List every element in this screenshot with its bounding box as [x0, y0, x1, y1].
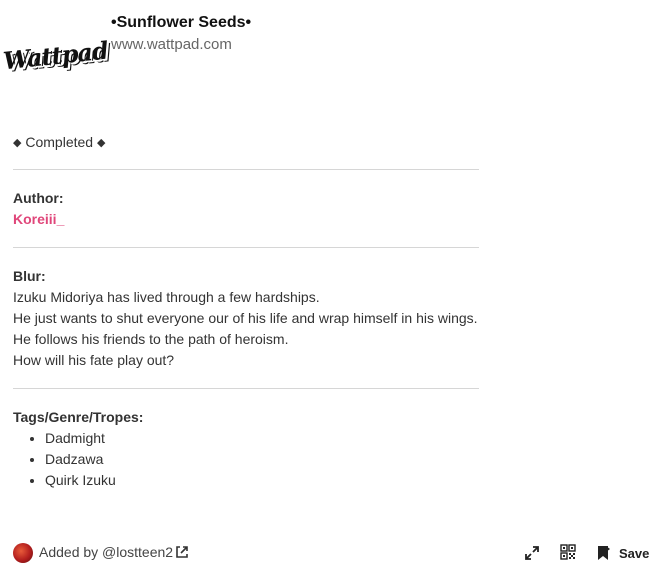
wattpad-logo-text: Wattpad: [1, 35, 109, 75]
page-title[interactable]: •Sunflower Seeds•: [111, 14, 251, 32]
divider: [13, 247, 479, 248]
expand-icon[interactable]: [524, 545, 540, 561]
diamond-icon: ◆: [13, 137, 22, 149]
card-header: Wattpad •Sunflower Seeds• www.wattpad.co…: [0, 0, 671, 110]
site-logo[interactable]: Wattpad: [1, 14, 108, 96]
added-by-text[interactable]: Added by @lostteen2: [39, 544, 173, 560]
tag-item: Dadzawa: [45, 449, 479, 470]
status-text: Completed: [25, 134, 94, 150]
save-label: Save: [619, 545, 650, 561]
qr-code-icon[interactable]: [560, 544, 576, 560]
site-url[interactable]: www.wattpad.com: [111, 36, 232, 53]
diamond-icon: ◆: [96, 137, 106, 149]
avatar[interactable]: [13, 543, 33, 563]
external-link-icon[interactable]: [175, 545, 189, 559]
blur-line: He just wants to shut everyone our of hi…: [13, 310, 478, 326]
divider: [13, 388, 479, 389]
blur-label: Blur:: [13, 268, 46, 284]
author-label: Author:: [13, 190, 64, 206]
tag-item: Quirk Izuku: [45, 470, 479, 491]
tags-list: Dadmight Dadzawa Quirk Izuku: [13, 428, 479, 491]
card-footer: Added by @lostteen2 Save: [0, 538, 671, 568]
tag-item: Dadmight: [45, 428, 479, 449]
divider: [13, 169, 479, 170]
tags-label: Tags/Genre/Tropes:: [13, 409, 144, 425]
status-line: ◆ Completed ◆: [13, 132, 479, 152]
author-name[interactable]: Koreiii_: [13, 209, 479, 230]
blur-line: Izuku Midoriya has lived through a few h…: [13, 289, 320, 305]
card-content: ◆ Completed ◆ Author: Koreiii_ Blur: Izu…: [13, 132, 479, 491]
blur-line: He follows his friends to the path of he…: [13, 331, 289, 347]
blur-line: How will his fate play out?: [13, 352, 175, 368]
bookmark-icon: [598, 546, 610, 560]
save-button[interactable]: Save: [597, 543, 649, 563]
blur-text: Izuku Midoriya has lived through a few h…: [13, 287, 479, 371]
